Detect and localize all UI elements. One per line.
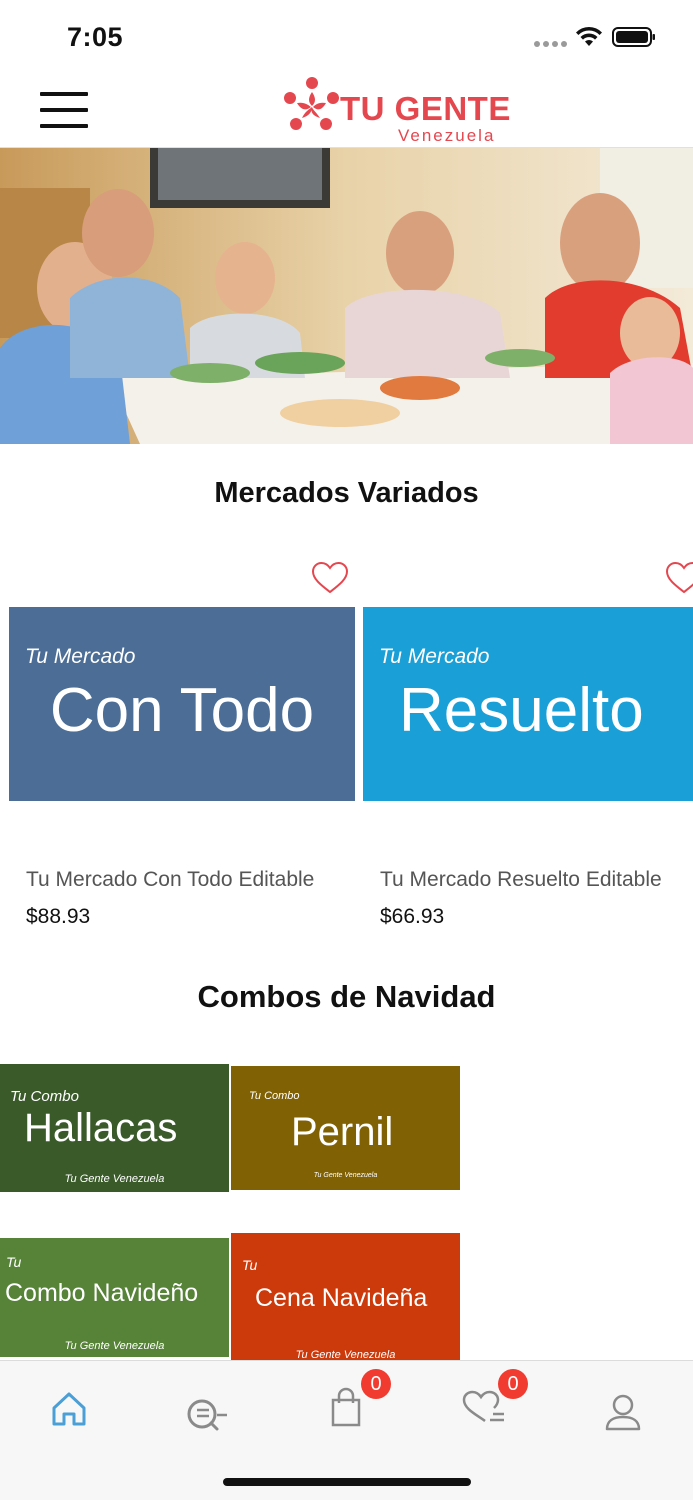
combo-tile-cena-navidena[interactable]: Tu Cena Navideña Tu Gente Venezuela xyxy=(231,1233,460,1360)
product-price: $88.93 xyxy=(26,905,91,928)
brand-logo[interactable]: TU GENTE Venezuela xyxy=(282,74,514,146)
banner-kicker: Tu Mercado xyxy=(25,645,136,668)
combo-title: Combo Navideño xyxy=(5,1279,199,1307)
home-icon xyxy=(52,1392,86,1426)
wifi-icon xyxy=(576,26,602,46)
banner-title: Con Todo xyxy=(49,676,315,745)
combo-kicker: Tu xyxy=(6,1254,22,1270)
combo-title: Cena Navideña xyxy=(255,1284,428,1312)
cart-count-badge: 0 xyxy=(361,1369,391,1399)
product-banner-con-todo[interactable]: Tu Mercado Con Todo xyxy=(9,607,355,801)
logo-subtitle: Venezuela xyxy=(398,126,496,145)
product-name[interactable]: Tu Mercado Resuelto Editable xyxy=(380,868,662,892)
combo-footer: Tu Gente Venezuela xyxy=(64,1340,165,1352)
tab-search[interactable] xyxy=(177,1379,237,1439)
favorite-heart-icon[interactable] xyxy=(665,561,693,595)
home-indicator xyxy=(223,1478,471,1486)
combo-tile-hallacas[interactable]: Tu Combo Hallacas Tu Gente Venezuela xyxy=(0,1064,229,1192)
menu-line xyxy=(40,108,88,112)
banner-kicker: Tu Mercado xyxy=(379,645,490,668)
combo-title: Pernil xyxy=(291,1110,394,1154)
wishlist-count-badge: 0 xyxy=(498,1369,528,1399)
menu-line xyxy=(40,92,88,96)
combo-title: Hallacas xyxy=(24,1106,178,1150)
combo-tile-combo-navideno[interactable]: Tu Combo Navideño Tu Gente Venezuela xyxy=(0,1238,229,1357)
section-title-combos: Combos de Navidad xyxy=(197,979,496,1014)
product-banner-resuelto[interactable]: Tu Mercado Resuelto xyxy=(363,607,693,801)
banner-title: Resuelto xyxy=(399,676,644,745)
status-time: 7:05 xyxy=(67,22,124,52)
favorite-heart-icon[interactable] xyxy=(311,561,349,595)
combo-tile-pernil[interactable]: Tu Combo Pernil Tu Gente Venezuela xyxy=(231,1066,460,1190)
hamburger-menu-button[interactable] xyxy=(40,92,88,128)
combo-kicker: Tu xyxy=(242,1257,258,1273)
product-name[interactable]: Tu Mercado Con Todo Editable xyxy=(26,868,314,892)
menu-line xyxy=(40,124,88,128)
combo-footer: Tu Gente Venezuela xyxy=(295,1349,396,1360)
product-price: $66.93 xyxy=(380,905,445,928)
status-bar: 7:05 xyxy=(0,0,693,72)
logo-people-icon xyxy=(284,77,339,130)
user-icon xyxy=(605,1394,641,1431)
search-list-icon xyxy=(187,1399,227,1431)
combo-kicker: Tu Combo xyxy=(10,1088,79,1105)
logo-name: TU GENTE xyxy=(340,90,511,127)
tab-profile[interactable] xyxy=(593,1379,653,1439)
section-title-markets: Mercados Variados xyxy=(214,477,479,509)
cellular-signal-icon xyxy=(534,41,567,47)
combo-footer: Tu Gente Venezuela xyxy=(313,1172,378,1179)
family-dinner-photo xyxy=(0,148,693,444)
combo-footer: Tu Gente Venezuela xyxy=(64,1173,165,1185)
app-header: TU GENTE Venezuela xyxy=(0,72,693,148)
battery-icon xyxy=(612,27,655,47)
hero-banner-image[interactable] xyxy=(0,148,693,444)
tab-home[interactable] xyxy=(40,1379,100,1439)
combo-kicker: Tu Combo xyxy=(249,1090,300,1102)
